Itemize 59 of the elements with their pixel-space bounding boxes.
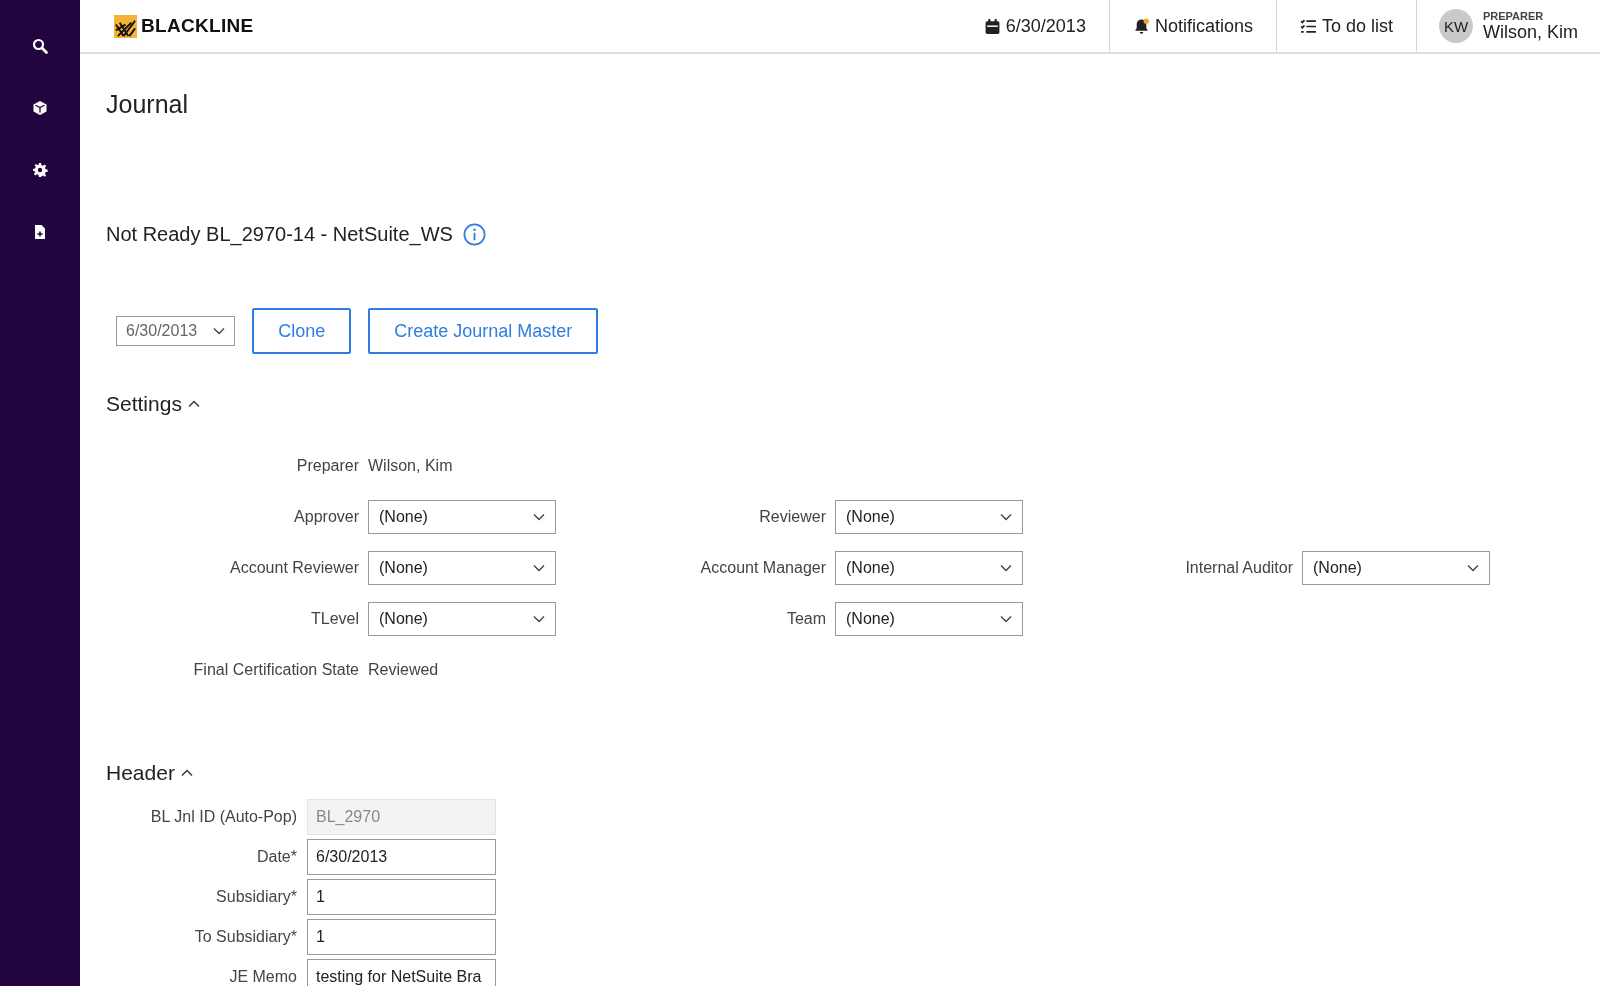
chevron-down-icon <box>533 614 545 623</box>
field-label: Preparer <box>295 456 360 475</box>
chevron-down-icon <box>1000 512 1012 521</box>
chevron-down-icon <box>213 327 226 335</box>
bell-icon <box>1132 17 1150 35</box>
input-field[interactable]: testing for NetSuite Bra <box>307 959 496 986</box>
field-label: Internal Auditor <box>1184 558 1294 577</box>
checklist-icon <box>1299 17 1317 35</box>
page-title: Journal <box>106 90 189 119</box>
field-value: Wilson, Kim <box>368 456 453 475</box>
notifications-button[interactable]: Notifications <box>1109 0 1277 52</box>
field-label: TLevel <box>309 609 360 628</box>
select-field[interactable]: (None) <box>835 601 1023 636</box>
chevron-down-icon <box>1000 614 1012 623</box>
field-label: Reviewer <box>758 507 827 526</box>
field-label: Subsidiary* <box>215 888 298 906</box>
user-avatar[interactable]: KW <box>1439 9 1473 43</box>
user-role: PREPARER <box>1483 9 1545 22</box>
chevron-down-icon <box>1467 563 1479 572</box>
chevron-down-icon <box>533 512 545 521</box>
input-field[interactable]: 1 <box>307 879 496 915</box>
outline-button[interactable]: Clone <box>252 308 352 354</box>
select-field[interactable]: (None) <box>835 550 1023 585</box>
period-dropdown[interactable]: 6/30/2013 <box>116 316 236 346</box>
file-add-icon[interactable] <box>32 224 48 240</box>
field-label: Date* <box>255 848 298 866</box>
field-value: Reviewed <box>368 660 439 679</box>
todo-list-button[interactable]: To do list <box>1276 0 1417 52</box>
logo-icon <box>114 14 137 38</box>
select-field[interactable]: (None) <box>1302 550 1490 585</box>
input-field[interactable]: 6/30/2013 <box>307 839 496 875</box>
search-icon[interactable] <box>32 38 48 54</box>
chevron-down-icon <box>533 563 545 572</box>
field-label: To Subsidiary* <box>193 928 298 946</box>
outline-button[interactable]: Create Journal Master <box>368 308 599 354</box>
field-label: JE Memo <box>228 968 298 986</box>
calendar-icon <box>983 17 1001 35</box>
field-label: Approver <box>293 507 360 526</box>
gear-icon[interactable] <box>32 162 48 178</box>
field-label: Final Certification State <box>192 660 360 679</box>
user-name: Wilson, Kim <box>1483 21 1578 43</box>
logo-text: BLACKLINE <box>141 15 254 37</box>
select-field[interactable]: (None) <box>368 499 556 534</box>
field-label: BL Jnl ID (Auto-Pop) <box>149 808 298 826</box>
select-field[interactable]: (None) <box>368 550 556 585</box>
info-icon[interactable] <box>462 223 486 246</box>
select-field[interactable]: (None) <box>835 499 1023 534</box>
input-field[interactable]: 1 <box>307 919 496 955</box>
input-field: BL_2970 <box>307 799 496 835</box>
field-label: Account Manager <box>699 558 827 577</box>
date-selector[interactable]: 6/30/2013 <box>960 0 1110 52</box>
field-label: Team <box>785 609 827 628</box>
journal-subtitle: Not Ready BL_2970-14 - NetSuite_WS <box>106 223 453 246</box>
section-toggle[interactable]: Settings <box>106 392 200 416</box>
field-label: Account Reviewer <box>229 558 360 577</box>
chevron-down-icon <box>1000 563 1012 572</box>
cube-icon[interactable] <box>32 100 48 116</box>
section-toggle[interactable]: Header <box>106 761 193 785</box>
select-field[interactable]: (None) <box>368 601 556 636</box>
